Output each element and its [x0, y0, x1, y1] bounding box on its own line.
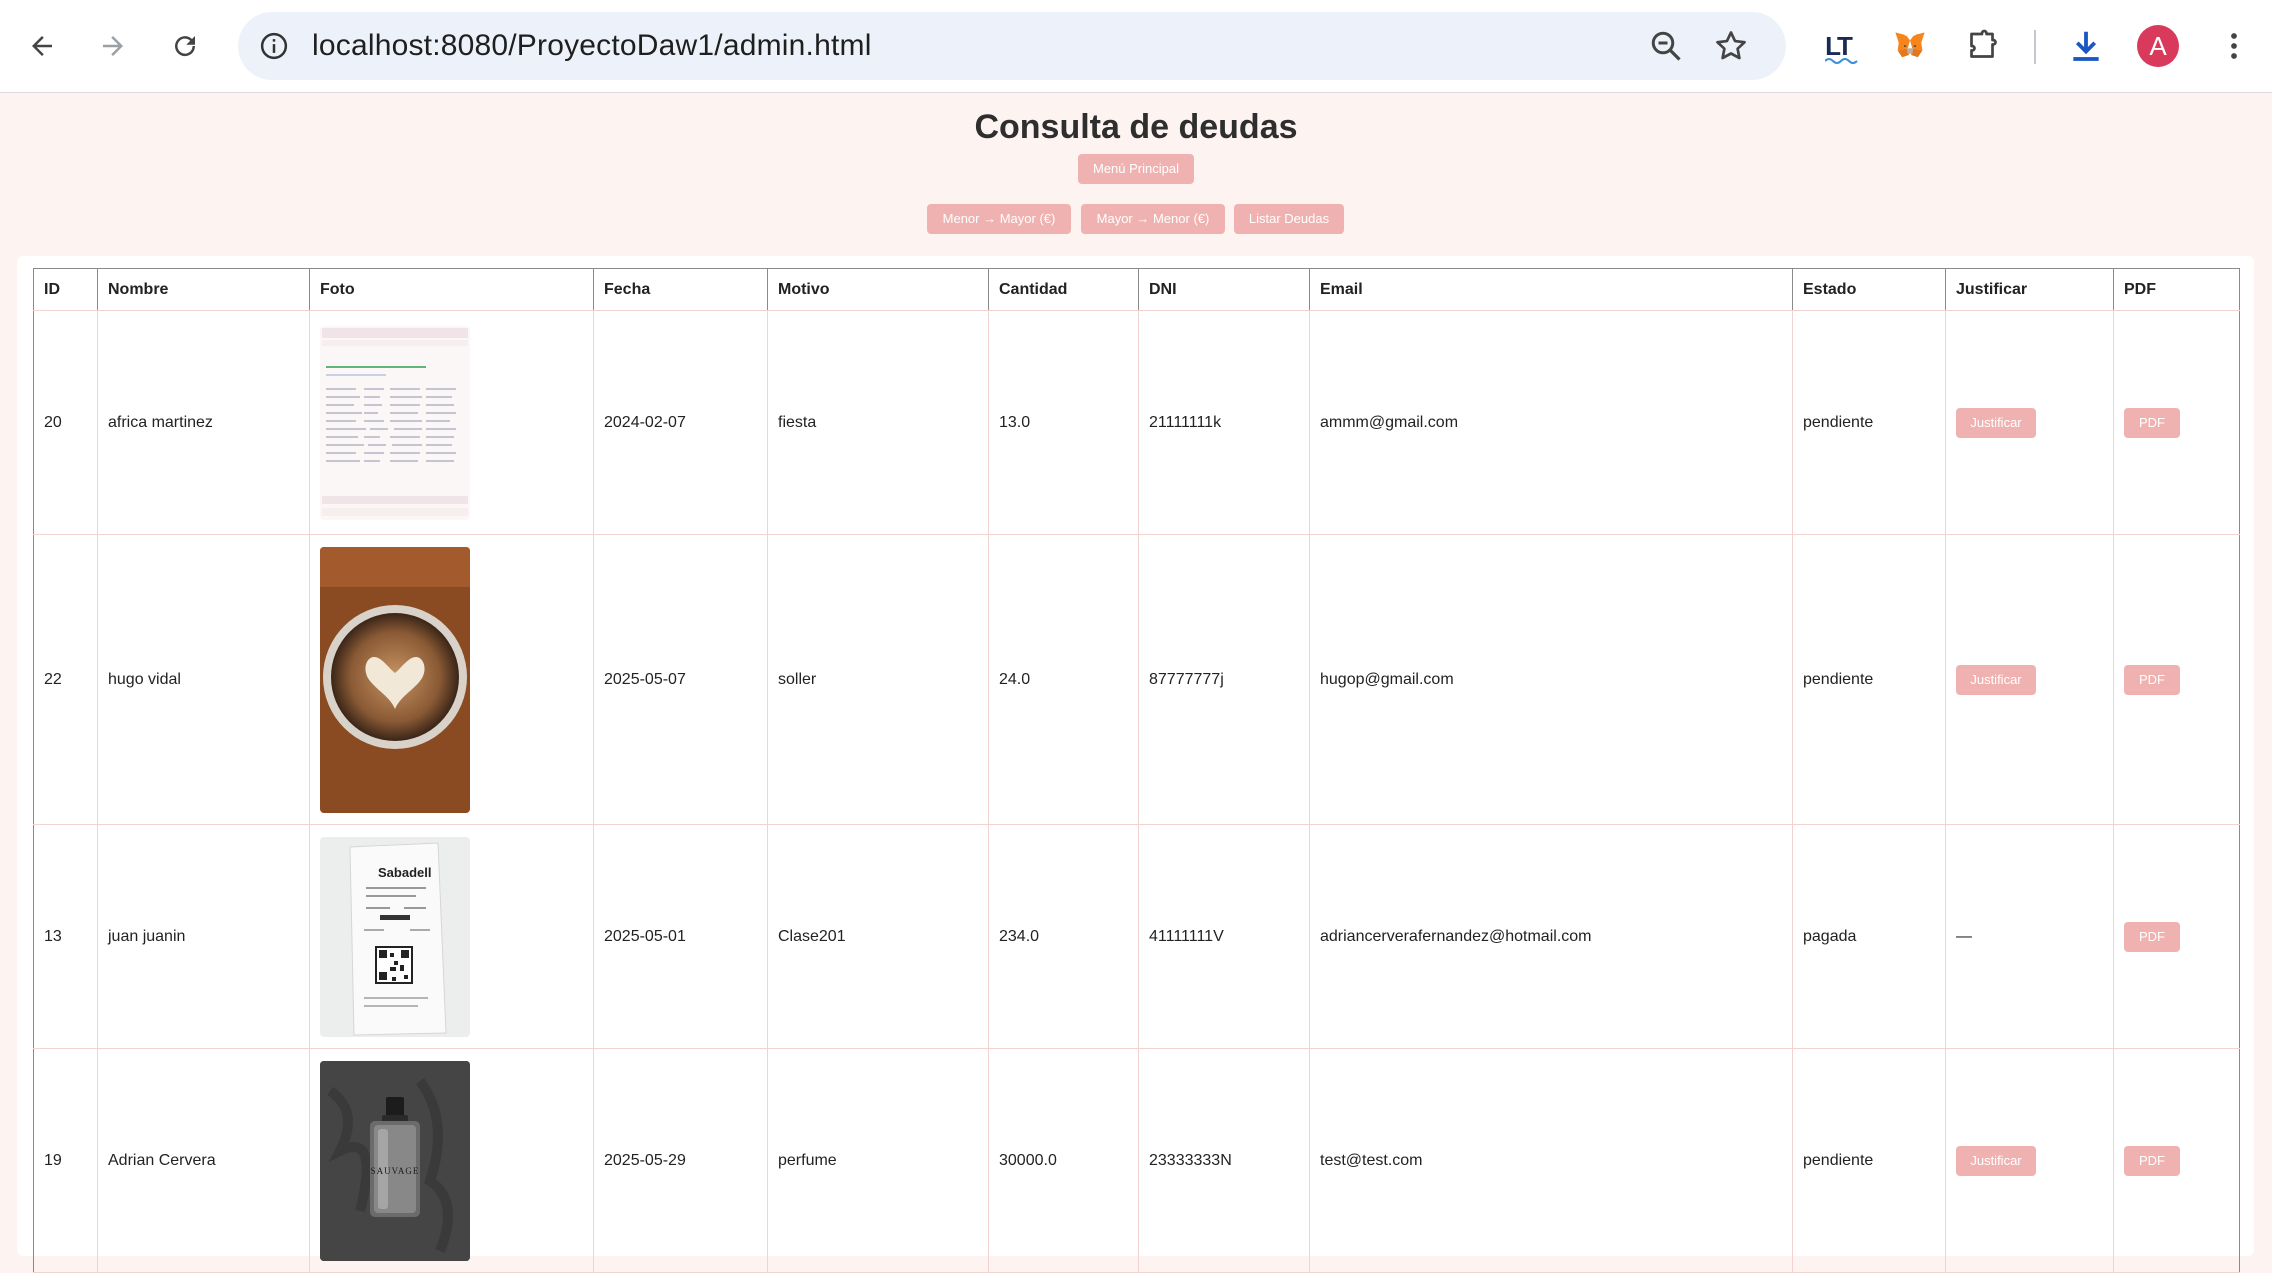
browser-toolbar: localhost:8080/ProyectoDaw1/admin.html L… — [0, 0, 2272, 93]
forward-button[interactable] — [87, 20, 139, 72]
cell-id: 19 — [33, 1048, 98, 1273]
cell-dni: 23333333N — [1138, 1048, 1310, 1273]
justify-button[interactable]: Justificar — [1956, 1145, 2036, 1176]
cell-email: adriancerverafernandez@hotmail.com — [1309, 824, 1793, 1049]
cell-dni: 41111111V — [1138, 824, 1310, 1049]
languagetool-extension-icon[interactable]: LT — [1814, 22, 1862, 70]
bookmark-star-icon[interactable] — [1713, 28, 1749, 64]
extensions-puzzle-icon[interactable] — [1958, 22, 2006, 70]
browser-menu-icon[interactable] — [2216, 22, 2252, 70]
cell-dni: 87777777j — [1138, 534, 1310, 825]
sort-descending-button[interactable]: Mayor → Menor (€) — [1081, 204, 1225, 234]
reload-button[interactable] — [159, 20, 211, 72]
arrow-left-icon — [32, 36, 52, 56]
table-row: 20 africa martinez 2024-02-07 fiesta 13.… — [33, 310, 2240, 535]
cell-foto — [309, 534, 594, 825]
cell-id: 20 — [33, 310, 98, 535]
justify-button[interactable]: Justificar — [1956, 407, 2036, 438]
sort-ascending-button[interactable]: Menor → Mayor (€) — [927, 204, 1071, 234]
cell-cantidad: 30000.0 — [988, 1048, 1139, 1273]
cell-justificar: Justificar — [1945, 1048, 2114, 1273]
cell-cantidad: 234.0 — [988, 824, 1139, 1049]
svg-text:SAUVAGE: SAUVAGE — [371, 1166, 420, 1176]
cell-pdf: PDF — [2113, 1048, 2240, 1273]
header-foto: Foto — [309, 268, 594, 311]
header-email: Email — [1309, 268, 1793, 311]
table-row: 19 Adrian Cervera SAUVAGE 2025-05-29 per… — [33, 1048, 2240, 1273]
reload-icon — [175, 36, 196, 57]
site-info-icon[interactable] — [256, 28, 292, 64]
table-row: 13 juan juanin Sabadell 2025-05-01 Clase… — [33, 824, 2240, 1049]
pdf-button[interactable]: PDF — [2124, 407, 2180, 438]
debt-photo-screenshot[interactable] — [320, 325, 470, 520]
cell-justificar: Justificar — [1945, 534, 2114, 825]
pdf-button[interactable]: PDF — [2124, 664, 2180, 695]
header-pdf: PDF — [2113, 268, 2240, 311]
cell-fecha: 2024-02-07 — [593, 310, 768, 535]
main-menu-button[interactable]: Menú Principal — [1078, 154, 1194, 184]
table-header-row: ID Nombre Foto Fecha Motivo Cantidad DNI… — [33, 268, 2240, 311]
debt-photo-receipt[interactable]: Sabadell — [320, 836, 470, 1037]
cell-pdf: PDF — [2113, 534, 2240, 825]
cell-estado: pendiente — [1792, 1048, 1946, 1273]
cell-pdf: PDF — [2113, 310, 2240, 535]
header-id: ID — [33, 268, 98, 311]
svg-text:Sabadell: Sabadell — [378, 865, 431, 880]
cell-fecha: 2025-05-07 — [593, 534, 768, 825]
back-button[interactable] — [16, 20, 68, 72]
cell-email: ammm@gmail.com — [1309, 310, 1793, 535]
cell-foto: Sabadell — [309, 824, 594, 1049]
cell-dni: 21111111k — [1138, 310, 1310, 535]
header-dni: DNI — [1138, 268, 1310, 311]
arrow-right-icon — [103, 36, 123, 56]
profile-avatar[interactable]: A — [2137, 25, 2179, 67]
cell-id: 22 — [33, 534, 98, 825]
cell-nombre: africa martinez — [97, 310, 310, 535]
header-cantidad: Cantidad — [988, 268, 1139, 311]
debts-table: ID Nombre Foto Fecha Motivo Cantidad DNI… — [33, 268, 2240, 1273]
header-fecha: Fecha — [593, 268, 768, 311]
cell-estado: pendiente — [1792, 534, 1946, 825]
header-justificar: Justificar — [1945, 268, 2114, 311]
cell-cantidad: 13.0 — [988, 310, 1139, 535]
cell-nombre: hugo vidal — [97, 534, 310, 825]
cell-id: 13 — [33, 824, 98, 1049]
justify-button[interactable]: Justificar — [1956, 664, 2036, 695]
pdf-button[interactable]: PDF — [2124, 921, 2180, 952]
cell-fecha: 2025-05-01 — [593, 824, 768, 1049]
metamask-fox-icon[interactable] — [1886, 22, 1934, 70]
cell-nombre: juan juanin — [97, 824, 310, 1049]
list-debts-button[interactable]: Listar Deudas — [1234, 204, 1344, 234]
cell-motivo: fiesta — [767, 310, 989, 535]
page-title: Consulta de deudas — [974, 108, 1298, 146]
cell-justificar: Justificar — [1945, 310, 2114, 535]
header-nombre: Nombre — [97, 268, 310, 311]
pdf-button[interactable]: PDF — [2124, 1145, 2180, 1176]
header-motivo: Motivo — [767, 268, 989, 311]
url-text[interactable]: localhost:8080/ProyectoDaw1/admin.html — [312, 12, 872, 80]
debt-photo-perfume[interactable]: SAUVAGE — [320, 1060, 470, 1261]
table-row: 22 hugo vidal 2025-05-07 soller 24.0 877… — [33, 534, 2240, 825]
cell-nombre: Adrian Cervera — [97, 1048, 310, 1273]
debt-photo-coffee[interactable] — [320, 546, 470, 813]
cell-justificar: — — [1945, 824, 2114, 1049]
cell-cantidad: 24.0 — [988, 534, 1139, 825]
cell-motivo: Clase201 — [767, 824, 989, 1049]
cell-email: hugop@gmail.com — [1309, 534, 1793, 825]
cell-foto — [309, 310, 594, 535]
cell-fecha: 2025-05-29 — [593, 1048, 768, 1273]
cell-foto: SAUVAGE — [309, 1048, 594, 1273]
cell-motivo: soller — [767, 534, 989, 825]
cell-estado: pagada — [1792, 824, 1946, 1049]
cell-estado: pendiente — [1792, 310, 1946, 535]
header-estado: Estado — [1792, 268, 1946, 311]
cell-motivo: perfume — [767, 1048, 989, 1273]
zoom-icon[interactable] — [1648, 28, 1684, 64]
cell-email: test@test.com — [1309, 1048, 1793, 1273]
address-bar[interactable]: localhost:8080/ProyectoDaw1/admin.html — [238, 12, 1786, 80]
toolbar-separator — [2034, 30, 2036, 64]
cell-pdf: PDF — [2113, 824, 2240, 1049]
download-icon[interactable] — [2062, 22, 2110, 70]
